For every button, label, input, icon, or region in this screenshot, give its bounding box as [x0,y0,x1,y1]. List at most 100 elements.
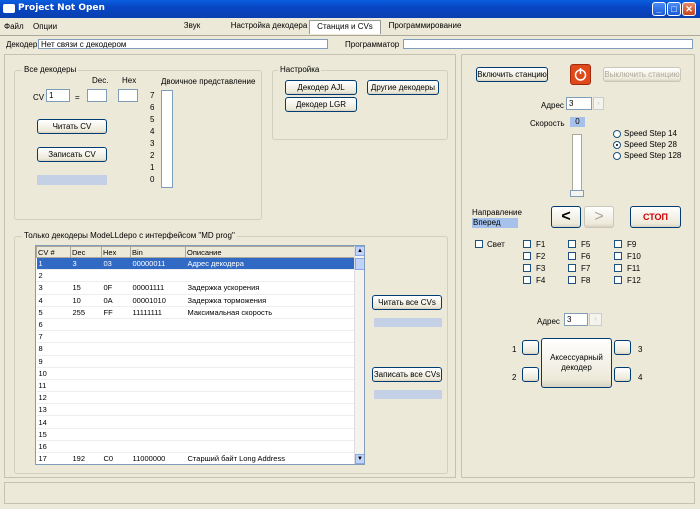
function-f3-checkbox[interactable] [523,264,531,272]
table-cell [185,269,356,283]
menu-file[interactable]: Файл [4,22,24,31]
accessory-address-input[interactable]: 3 [564,313,588,326]
function-f6-checkbox[interactable] [568,252,576,260]
table-cell: Задержка ускорения [185,281,356,295]
table-row[interactable]: 16 [36,440,356,454]
table-cell: 15 [36,428,71,441]
bit-0: 0 [150,175,155,184]
port-4-label: 4 [638,373,643,382]
bit-1: 1 [150,163,155,172]
tab-decoder-setup[interactable]: Настройка декодера [230,20,308,34]
function-f6-label: F6 [581,252,591,261]
table-cell [130,440,186,454]
table-row[interactable]: 5 255 FF 11111111 Максимальная скорость [36,306,356,319]
function-f12-checkbox[interactable] [614,276,622,284]
table-cell: 5 [36,306,71,319]
tab-programming[interactable]: Программирование [388,20,462,34]
port-1-button[interactable] [522,340,539,355]
hex-input[interactable] [118,89,138,102]
col-hex[interactable]: Hex [101,246,131,258]
close-button[interactable]: ✕ [682,2,696,16]
decoder-label: Декодер [6,40,38,49]
dec-input[interactable] [87,89,107,102]
function-f4-checkbox[interactable] [523,276,531,284]
function-f5-checkbox[interactable] [568,240,576,248]
col-cv[interactable]: CV # [36,246,71,258]
lgr-decoder-button[interactable]: Декодер LGR [285,97,357,112]
table-row[interactable]: 11 [36,379,356,393]
speed-slider[interactable] [572,134,582,196]
scroll-down-icon[interactable]: ▼ [355,454,364,464]
reverse-button[interactable]: < [551,206,581,228]
function-f1-checkbox[interactable] [523,240,531,248]
power-icon[interactable] [570,64,591,85]
forward-button[interactable]: > [584,206,614,228]
tab-sound[interactable]: Звук [180,20,204,34]
function-f7-checkbox[interactable] [568,264,576,272]
scroll-thumb[interactable] [355,258,364,270]
read-all-cvs-button[interactable]: Читать все CVs [372,295,442,310]
menu-options[interactable]: Опции [33,22,57,31]
address-input[interactable]: 3 [566,97,592,110]
function-f8-checkbox[interactable] [568,276,576,284]
write-cv-button[interactable]: Записать CV [37,147,107,162]
function-f11-checkbox[interactable] [614,264,622,272]
table-row[interactable]: 2 [36,269,356,283]
table-cell [185,415,356,429]
read-all-progress [374,318,442,327]
table-row[interactable]: 1 3 03 00000011 Адрес декодера [36,257,356,271]
minimize-button[interactable]: _ [652,2,666,16]
station-off-button[interactable]: Выключить станцию [603,67,681,82]
table-row[interactable]: 7 [36,330,356,344]
cv-input[interactable]: 1 [46,89,70,102]
function-f10-checkbox[interactable] [614,252,622,260]
table-cell [101,379,131,393]
settings-title: Настройка [278,65,322,74]
table-cell: 6 [36,318,71,332]
col-dec[interactable]: Dec [70,246,102,258]
col-bin[interactable]: Bin [130,246,186,258]
port-2-button[interactable] [522,367,539,382]
table-row[interactable]: 14 [36,415,356,429]
speed-slider-thumb[interactable] [570,190,584,197]
speed-step-28-radio[interactable] [613,141,621,149]
write-all-cvs-button[interactable]: Записать все CVs [372,367,442,382]
function-f9-checkbox[interactable] [614,240,622,248]
table-cell: 10 [36,367,71,380]
tab-station-cvs[interactable]: Станция и CVs [309,20,381,34]
maximize-button[interactable]: □ [667,2,681,16]
speed-step-14-radio[interactable] [613,130,621,138]
accessory-decoder-button[interactable]: Аксессуарный декодер [541,338,612,388]
table-row[interactable]: 9 [36,355,356,368]
table-cell: FF [101,306,131,319]
table-row[interactable]: 17 192 C0 11000000 Старший байт Long Address [36,452,356,464]
programmer-label: Программатор [345,40,400,49]
station-on-button[interactable]: Включить станцию [476,67,548,82]
table-scrollbar[interactable]: ▲ ▼ [354,246,364,464]
other-decoders-button[interactable]: Другие декодеры [367,80,439,95]
table-row[interactable]: 10 [36,367,356,380]
table-row[interactable]: 8 [36,342,356,356]
speed-step-128-radio[interactable] [613,152,621,160]
read-cv-button[interactable]: Читать CV [37,119,107,134]
stop-button[interactable]: СТОП [630,206,681,228]
cv-progress-bar [37,175,107,185]
scroll-up-icon[interactable]: ▲ [355,246,364,256]
accessory-address-arrow-icon[interactable]: › [589,313,602,326]
table-row[interactable]: 6 [36,318,356,332]
light-checkbox[interactable] [475,240,483,248]
bit-7: 7 [150,91,155,100]
table-row[interactable]: 15 [36,428,356,441]
col-description[interactable]: Описание [185,246,356,258]
table-cell [185,318,356,332]
table-row[interactable]: 4 10 0A 00001010 Задержка торможения [36,294,356,307]
ajl-decoder-button[interactable]: Декодер AJL [285,80,357,95]
cv-table[interactable]: CV # Dec Hex Bin Описание 1 3 03 00000011 Ад… [35,245,365,465]
address-arrow-icon[interactable]: › [593,97,604,110]
table-row[interactable]: 3 15 0F 00001111 Задержка ускорения [36,281,356,295]
port-3-button[interactable] [614,340,631,355]
port-4-button[interactable] [614,367,631,382]
table-row[interactable]: 13 [36,403,356,417]
function-f2-checkbox[interactable] [523,252,531,260]
table-row[interactable]: 12 [36,391,356,405]
